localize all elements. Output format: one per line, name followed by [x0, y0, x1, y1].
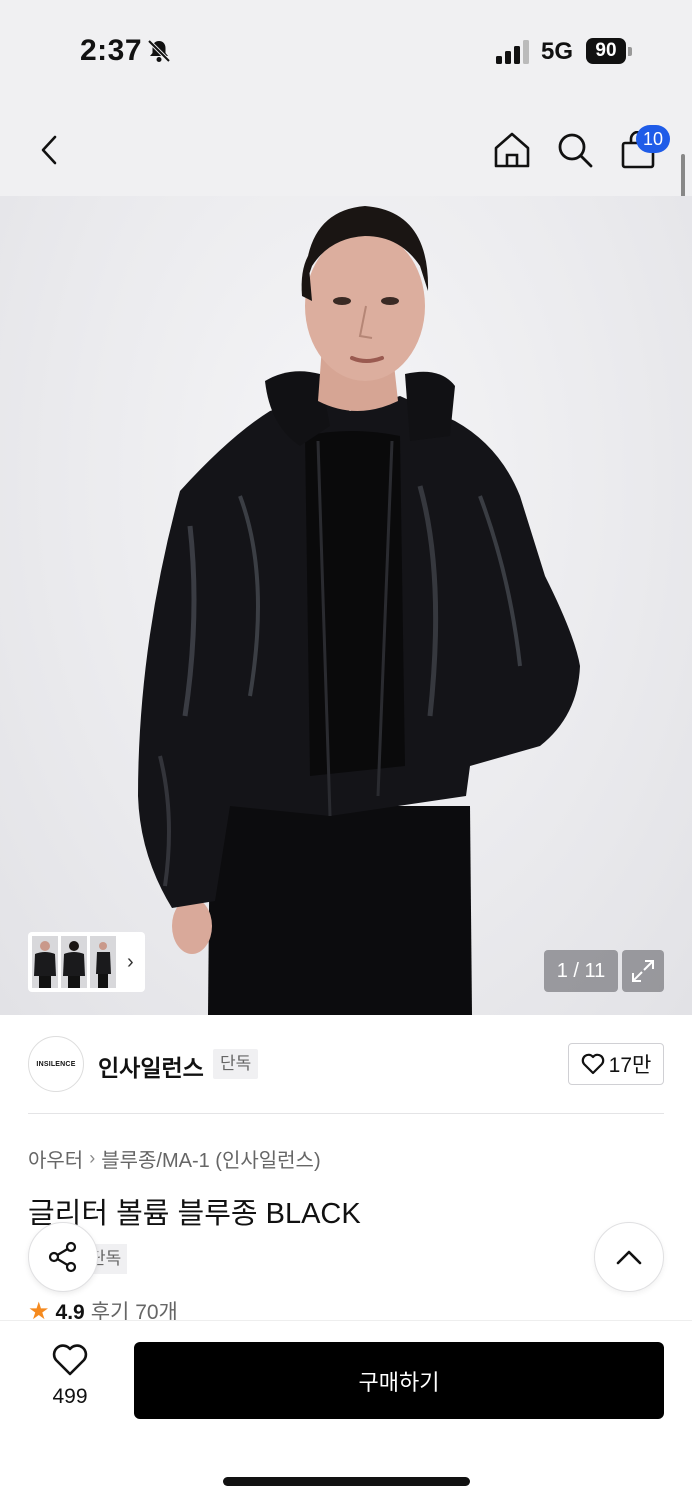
- thumbnail[interactable]: [32, 936, 58, 988]
- expand-icon: [632, 960, 654, 982]
- rating-value: 4.9: [55, 1301, 85, 1320]
- bell-slash-icon: [147, 39, 171, 63]
- breadcrumb: 아우터 › 블루종/MA-1 (인사일런스): [28, 1144, 321, 1173]
- share-icon: [48, 1241, 77, 1273]
- battery-cap: [628, 47, 632, 56]
- brand-logo-text: INSILENCE: [36, 1060, 76, 1068]
- chevron-right-icon: ›: [89, 1148, 96, 1168]
- chevron-right-icon[interactable]: ›: [127, 951, 134, 974]
- thumbnail[interactable]: [90, 936, 116, 988]
- signal-icon: [496, 40, 529, 64]
- divider: [28, 1113, 664, 1114]
- network-label: 5G: [541, 38, 574, 65]
- breadcrumb-subcategory[interactable]: 블루종/MA-1 (인사일런스): [101, 1144, 320, 1173]
- brand-row: INSILENCE 인사일런스 단독 17만: [28, 1036, 664, 1092]
- image-counter: 1 / 11: [544, 950, 618, 992]
- star-icon: ★: [28, 1300, 50, 1320]
- product-image[interactable]: [0, 196, 692, 1015]
- wishlist-count: 499: [52, 1385, 88, 1408]
- rating-row[interactable]: ★ 4.9 후기 70개: [28, 1300, 178, 1320]
- thumbnail-image: [96, 942, 111, 988]
- thumbnail-image: [34, 941, 56, 988]
- expand-button[interactable]: [622, 950, 664, 992]
- share-button[interactable]: [28, 1222, 98, 1292]
- thumbnail-strip[interactable]: ›: [28, 932, 145, 992]
- brand-like-count: 17만: [608, 1054, 652, 1077]
- thumbnail[interactable]: [61, 936, 87, 988]
- model-photo: [138, 206, 580, 1015]
- chevron-up-icon: [616, 1250, 642, 1265]
- home-button[interactable]: [488, 126, 536, 174]
- heart-icon: [52, 1344, 88, 1376]
- exclusive-tag: 단독: [213, 1049, 259, 1079]
- brand-logo[interactable]: INSILENCE: [28, 1036, 84, 1092]
- breadcrumb-category[interactable]: 아우터: [28, 1144, 83, 1173]
- wishlist-button[interactable]: 499: [36, 1344, 104, 1414]
- thumbnail-image: [63, 941, 85, 988]
- search-button[interactable]: [551, 126, 599, 174]
- buy-button[interactable]: 구매하기: [134, 1342, 664, 1419]
- brand-name[interactable]: 인사일런스: [98, 1049, 204, 1083]
- home-icon: [494, 132, 530, 168]
- top-nav: [0, 100, 692, 196]
- search-icon: [558, 133, 593, 168]
- back-icon: [41, 135, 57, 165]
- review-count: 후기 70개: [90, 1301, 178, 1320]
- heart-icon: [581, 1053, 604, 1075]
- status-bar: 2:37 5G 90: [0, 0, 692, 100]
- brand-like-button[interactable]: 17만: [568, 1043, 664, 1085]
- battery-indicator: 90: [586, 38, 626, 64]
- status-time: 2:37: [80, 34, 143, 67]
- home-indicator[interactable]: [223, 1477, 470, 1486]
- scroll-top-button[interactable]: [594, 1222, 664, 1292]
- back-button[interactable]: [26, 126, 74, 174]
- cart-count-badge: 10: [636, 125, 670, 153]
